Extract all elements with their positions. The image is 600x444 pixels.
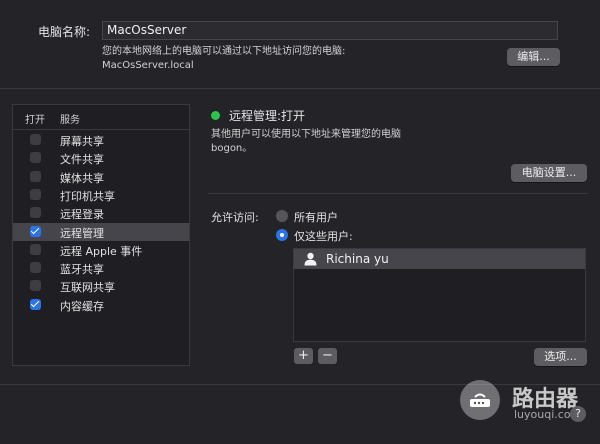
service-row[interactable]: 内容缓存 xyxy=(13,296,189,314)
service-checkbox[interactable] xyxy=(30,188,41,200)
service-row[interactable]: 打印机共享 xyxy=(13,186,189,204)
service-checkbox[interactable] xyxy=(30,225,41,237)
service-row[interactable]: 蓝牙共享 xyxy=(13,259,189,277)
services-list: 打开 服务 屏幕共享文件共享媒体共享打印机共享远程登录远程管理远程 Apple … xyxy=(12,104,190,366)
user-row[interactable]: Richina yu xyxy=(294,249,585,269)
user-icon xyxy=(304,252,317,266)
help-button[interactable]: ? xyxy=(570,406,586,422)
service-row[interactable]: 文件共享 xyxy=(13,149,189,167)
status-indicator-icon xyxy=(211,111,220,120)
service-checkbox[interactable] xyxy=(30,134,41,145)
service-label: 远程登录 xyxy=(60,208,104,222)
watermark-logo-icon xyxy=(460,380,500,420)
service-label: 文件共享 xyxy=(60,153,104,167)
service-label: 屏幕共享 xyxy=(60,135,104,148)
column-header-on: 打开 xyxy=(25,115,45,126)
radio-only-these-users[interactable] xyxy=(276,229,288,241)
service-checkbox[interactable] xyxy=(30,207,41,219)
service-checkbox[interactable] xyxy=(30,170,41,182)
detail-divider xyxy=(208,193,588,194)
remove-user-button[interactable]: − xyxy=(318,348,337,364)
service-row[interactable]: 远程 Apple 事件 xyxy=(13,241,189,259)
service-label: 远程管理 xyxy=(60,226,104,240)
service-checkbox[interactable] xyxy=(30,243,41,255)
column-header-service: 服务 xyxy=(60,115,80,126)
access-description: 您的本地网络上的电脑可以通过以下地址访问您的电脑: xyxy=(102,46,346,57)
service-checkbox[interactable] xyxy=(30,280,41,292)
computer-settings-button[interactable]: 电脑设置... xyxy=(511,164,587,182)
service-checkbox[interactable] xyxy=(30,262,41,274)
service-checkbox[interactable] xyxy=(30,152,41,164)
service-label: 远程 Apple 事件 xyxy=(60,244,143,258)
user-name: Richina yu xyxy=(326,252,389,266)
service-label: 内容缓存 xyxy=(60,299,104,313)
service-row[interactable]: 远程管理 xyxy=(13,222,189,241)
status-description: 其他用户可以使用以下地址来管理您的电脑 xyxy=(211,129,401,140)
computer-name-field[interactable]: MacOsServer xyxy=(102,21,558,40)
service-row[interactable]: 互联网共享 xyxy=(13,277,189,295)
service-label: 媒体共享 xyxy=(60,171,104,185)
radio-all-users-label: 所有用户 xyxy=(294,211,338,224)
radio-all-users[interactable] xyxy=(276,210,288,222)
services-list-header: 打开 服务 xyxy=(13,105,189,130)
allow-access-label: 允许访问: xyxy=(211,211,259,224)
section-divider xyxy=(0,88,600,89)
bottom-divider xyxy=(0,384,600,385)
add-user-button[interactable]: + xyxy=(294,348,313,364)
service-row[interactable]: 媒体共享 xyxy=(13,168,189,186)
local-address: MacOsServer.local xyxy=(102,60,194,71)
status-title: 远程管理:打开 xyxy=(229,109,306,123)
computer-name-label: 电脑名称: xyxy=(38,25,91,39)
edit-button[interactable]: 编辑... xyxy=(507,48,560,66)
options-button[interactable]: 选项... xyxy=(534,348,587,366)
service-row[interactable]: 远程登录 xyxy=(13,204,189,222)
service-checkbox[interactable] xyxy=(30,298,41,310)
service-label: 打印机共享 xyxy=(60,189,115,203)
service-label: 蓝牙共享 xyxy=(60,263,104,277)
service-label: 互联网共享 xyxy=(60,281,115,295)
status-address: bogon。 xyxy=(211,143,253,154)
service-row[interactable]: 屏幕共享 xyxy=(13,131,189,149)
users-list: Richina yu xyxy=(293,248,586,342)
radio-only-these-users-label: 仅这些用户: xyxy=(294,230,353,243)
